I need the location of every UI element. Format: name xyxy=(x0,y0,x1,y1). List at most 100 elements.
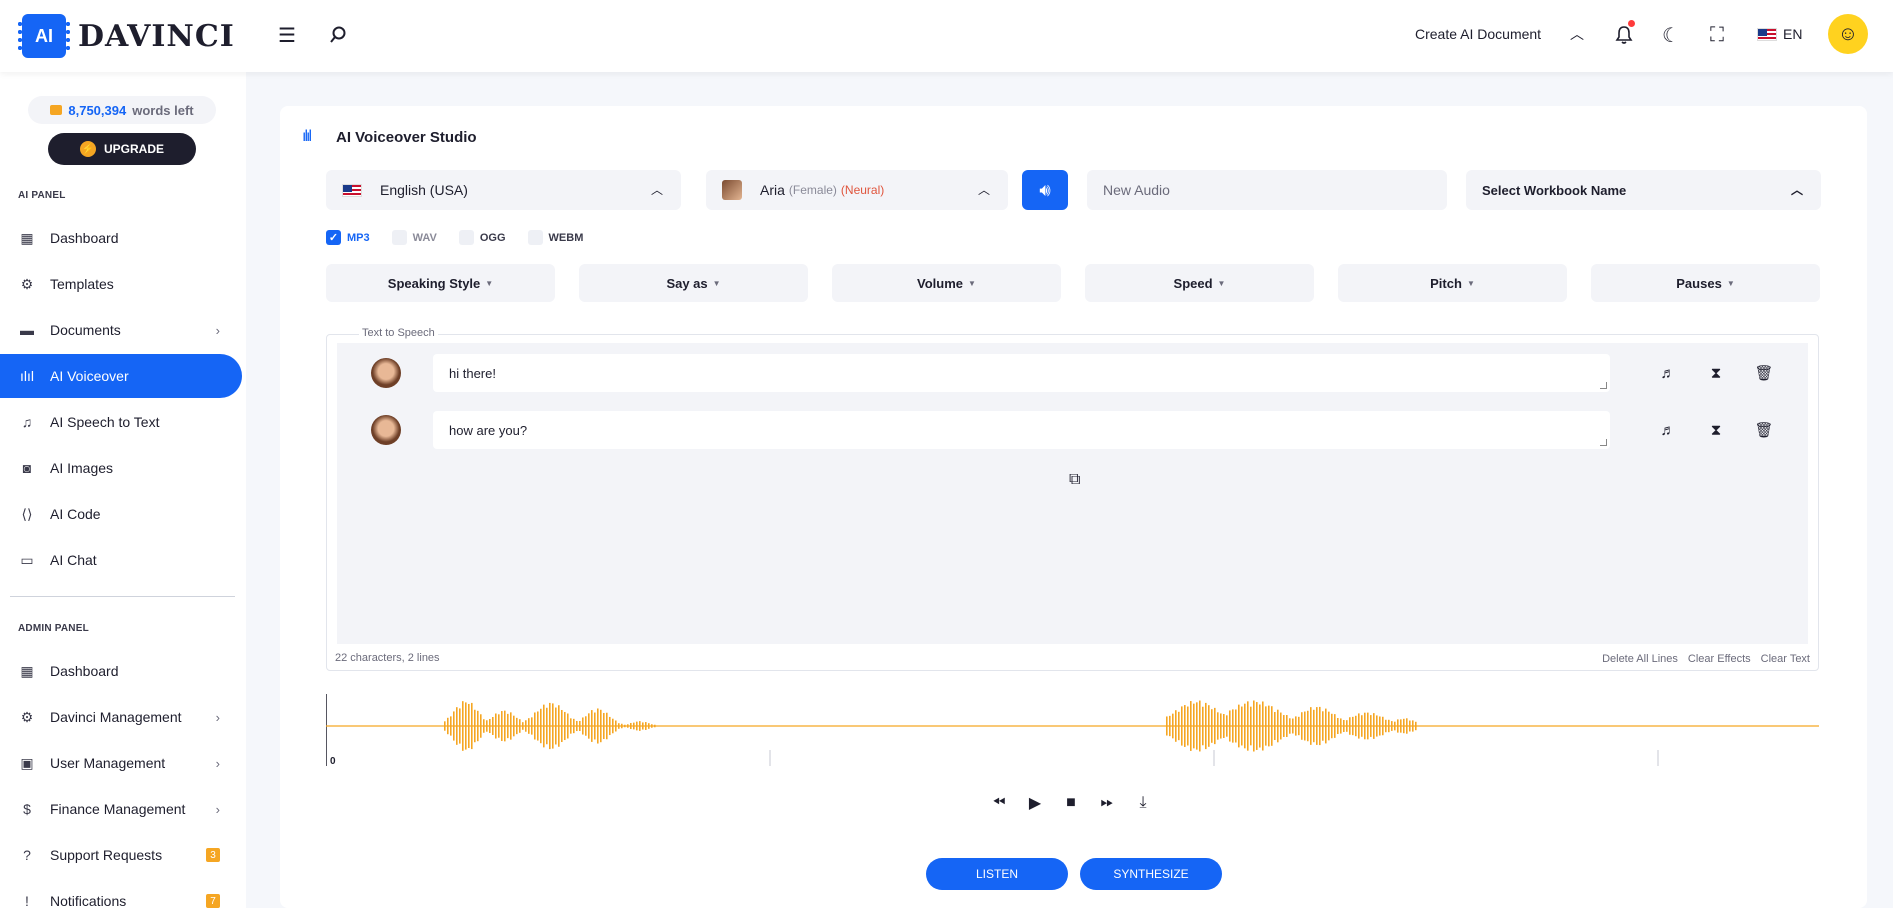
pause-timer-icon[interactable]: ⧗ xyxy=(1706,420,1726,440)
speaking-style-dropdown[interactable]: Speaking Style ▼ xyxy=(326,264,555,302)
waveform-bar xyxy=(1259,704,1261,748)
voice-avatar[interactable] xyxy=(371,358,401,388)
waveform-bar xyxy=(1172,713,1174,739)
menu-toggle-icon[interactable]: ☰ xyxy=(274,22,300,48)
synthesize-button[interactable]: SYNTHESIZE xyxy=(1080,858,1222,890)
volume-dropdown[interactable]: Volume ▼ xyxy=(832,264,1061,302)
sidebar-item-admin-dashboard[interactable]: ▦ Dashboard xyxy=(0,649,242,693)
voice-effects-icon[interactable]: ♬ xyxy=(1658,363,1678,383)
format-wav-checkbox[interactable]: WAV xyxy=(391,230,437,245)
pauses-dropdown[interactable]: Pauses ▼ xyxy=(1591,264,1820,302)
line-text-input[interactable]: how are you? xyxy=(433,411,1610,449)
waveform-bar xyxy=(636,721,638,731)
waveform-bar xyxy=(1250,706,1252,746)
waveform-bar xyxy=(525,720,527,732)
option-label: Say as xyxy=(666,275,708,291)
waveform-bar xyxy=(1379,716,1381,736)
waveform-bar xyxy=(1238,704,1240,748)
waveform-bar xyxy=(492,717,494,735)
waveform-bar xyxy=(582,717,584,735)
waveform-bar xyxy=(546,707,548,745)
dark-mode-moon-icon[interactable]: ☾ xyxy=(1658,22,1684,48)
bell-icon[interactable] xyxy=(1611,20,1637,48)
sidebar-item-dashboard[interactable]: ▦ Dashboard xyxy=(0,216,242,260)
user-avatar[interactable]: ☺ xyxy=(1828,14,1868,54)
workbook-select[interactable]: Select Workbook Name ︿ xyxy=(1466,170,1821,210)
audio-format-group: ✓ MP3 WAV OGG WEBM xyxy=(326,230,605,245)
sidebar-item-finance-management[interactable]: $ Finance Management › xyxy=(0,787,242,831)
sidebar-item-notifications[interactable]: ! Notifications 7 xyxy=(0,879,242,908)
language-select[interactable]: English (USA) ︿ xyxy=(326,170,681,210)
chevron-right-icon: › xyxy=(215,801,220,817)
create-ai-document-menu[interactable]: Create AI Document xyxy=(1415,26,1541,42)
clear-text-link[interactable]: Clear Text xyxy=(1761,653,1810,665)
sidebar-item-label: AI Voiceover xyxy=(50,368,129,384)
listen-button[interactable]: LISTEN xyxy=(926,858,1068,890)
waveform-bar xyxy=(1169,715,1171,737)
say-as-dropdown[interactable]: Say as ▼ xyxy=(579,264,808,302)
chevron-up-icon[interactable]: ︿ xyxy=(1570,24,1584,44)
trash-icon[interactable]: 🗑︎ xyxy=(1754,420,1774,440)
line-text-input[interactable]: hi there! xyxy=(433,354,1610,392)
sidebar-item-ai-voiceover[interactable]: ılıl AI Voiceover xyxy=(0,354,242,398)
voice-effects-icon[interactable]: ♬ xyxy=(1658,420,1678,440)
sidebar-item-label: AI Speech to Text xyxy=(50,414,160,430)
delete-all-lines-link[interactable]: Delete All Lines xyxy=(1602,653,1678,665)
sidebar-item-ai-chat[interactable]: ▭ AI Chat xyxy=(0,538,242,582)
text-to-speech-panel: Text to Speech hi there! ♬ ⧗ 🗑︎ how are … xyxy=(326,327,1819,671)
sidebar: 8,750,394 words left ⚡ UPGRADE AI PANEL … xyxy=(0,72,246,908)
sidebar-item-documents[interactable]: ▬ Documents › xyxy=(0,308,242,352)
play-icon[interactable]: ▶ xyxy=(1024,792,1046,814)
voice-type: (Neural) xyxy=(840,183,885,197)
add-line-icon[interactable]: ⧉ xyxy=(1069,471,1080,489)
sidebar-item-ai-speech-to-text[interactable]: ♫ AI Speech to Text xyxy=(0,400,242,444)
format-webm-checkbox[interactable]: WEBM xyxy=(527,230,583,245)
waveform-bar xyxy=(477,710,479,742)
waveform-bar xyxy=(633,722,635,730)
waveform-bar xyxy=(1316,707,1318,745)
fullscreen-icon[interactable]: ⛶ xyxy=(1704,22,1730,48)
support-count-badge: 3 xyxy=(206,848,220,862)
trash-icon[interactable]: 🗑︎ xyxy=(1754,363,1774,383)
upgrade-button[interactable]: ⚡ UPGRADE xyxy=(48,133,196,165)
waveform-bar xyxy=(1301,712,1303,740)
ai-chip-icon: ⚙ xyxy=(20,275,34,292)
waveform-bar xyxy=(1337,717,1339,735)
sidebar-item-label: AI Code xyxy=(50,506,101,522)
sidebar-item-ai-code[interactable]: ⟨⟩ AI Code xyxy=(0,492,242,536)
option-label: Pauses xyxy=(1676,275,1722,291)
audio-name-input[interactable] xyxy=(1087,170,1447,210)
sidebar-item-user-management[interactable]: ▣ User Management › xyxy=(0,741,242,785)
voice-avatar[interactable] xyxy=(371,415,401,445)
sidebar-item-support-requests[interactable]: ? Support Requests 3 xyxy=(0,833,242,877)
stop-icon[interactable]: ■ xyxy=(1060,792,1082,814)
clear-effects-link[interactable]: Clear Effects xyxy=(1688,653,1751,665)
sidebar-item-davinci-management[interactable]: ⚙ Davinci Management › xyxy=(0,695,242,739)
waveform-bar xyxy=(1358,713,1360,739)
sidebar-item-ai-images[interactable]: ◙ AI Images xyxy=(0,446,242,490)
waveform-bar xyxy=(1232,709,1234,743)
format-label: WAV xyxy=(412,231,437,244)
audio-waveform[interactable]: 0 xyxy=(326,694,1819,766)
waveform-bar xyxy=(606,712,608,740)
voice-select[interactable]: Aria (Female) (Neural) ︿ xyxy=(706,170,1008,210)
pitch-dropdown[interactable]: Pitch ▼ xyxy=(1338,264,1567,302)
format-ogg-checkbox[interactable]: OGG xyxy=(458,230,506,245)
search-icon[interactable] xyxy=(325,22,351,48)
waveform-bar xyxy=(1364,712,1366,740)
sidebar-item-templates[interactable]: ⚙ Templates xyxy=(0,262,242,306)
waveform-bar xyxy=(468,703,470,749)
logo[interactable]: AI DAVINCI xyxy=(18,14,235,58)
rewind-icon[interactable]: ⏪︎ xyxy=(988,792,1010,814)
waveform-bar xyxy=(1277,709,1279,743)
waveform-bar xyxy=(615,720,617,732)
waveform-bar xyxy=(1208,705,1210,747)
language-selector[interactable]: EN xyxy=(1757,26,1802,42)
format-mp3-checkbox[interactable]: ✓ MP3 xyxy=(326,230,370,245)
speed-dropdown[interactable]: Speed ▼ xyxy=(1085,264,1314,302)
download-icon[interactable]: ⤓ xyxy=(1132,792,1154,814)
preview-voice-button[interactable]: 🔊︎ xyxy=(1022,170,1068,210)
fast-forward-icon[interactable]: ⏩︎ xyxy=(1096,792,1118,814)
pause-timer-icon[interactable]: ⧗ xyxy=(1706,363,1726,383)
sidebar-item-label: Dashboard xyxy=(50,230,119,246)
